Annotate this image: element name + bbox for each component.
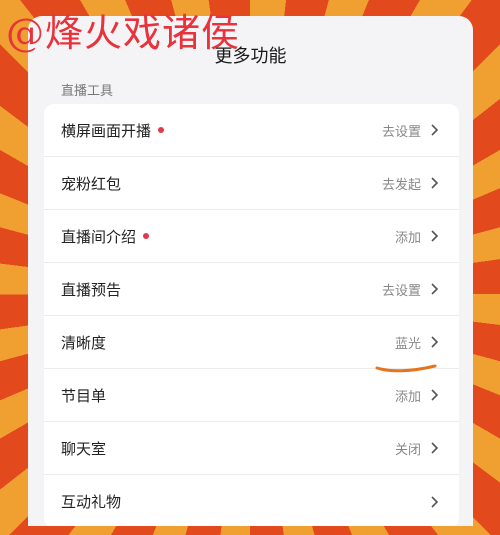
settings-row-live-preview[interactable]: 直播预告 去设置	[44, 263, 459, 316]
settings-row-program-list[interactable]: 节目单 添加	[44, 369, 459, 422]
row-value: 关闭	[394, 442, 421, 458]
section-label-live-tools: 直播工具	[61, 84, 114, 99]
chevron-right-icon	[431, 177, 439, 189]
chevron-right-icon	[431, 336, 439, 348]
settings-row-chat-room[interactable]: 聊天室 关闭	[44, 422, 459, 475]
row-label: 直播间介绍	[61, 227, 137, 246]
settings-row-room-intro[interactable]: 直播间介绍 添加	[44, 210, 459, 263]
row-value: 去设置	[381, 283, 421, 299]
chevron-right-icon	[431, 495, 439, 508]
row-label: 节目单	[61, 386, 107, 405]
row-label: 直播预告	[61, 280, 122, 299]
row-label: 清晰度	[61, 333, 107, 352]
row-label: 互动礼物	[61, 493, 122, 511]
settings-row-resolution[interactable]: 清晰度 蓝光	[44, 316, 459, 369]
row-value: 蓝光	[394, 336, 421, 352]
new-dot-indicator	[143, 233, 150, 239]
chevron-right-icon	[431, 230, 439, 242]
watermark-text: @烽火戏诸侯	[6, 11, 241, 55]
row-value: 添加	[394, 389, 421, 405]
chevron-right-icon	[431, 442, 439, 454]
row-value: 去发起	[381, 177, 421, 193]
chevron-right-icon	[431, 124, 439, 136]
chevron-right-icon	[431, 283, 439, 295]
row-label: 聊天室	[61, 439, 107, 458]
settings-row-interactive-gifts[interactable]: 互动礼物	[44, 475, 459, 526]
chevron-right-icon	[431, 389, 439, 401]
more-functions-panel: 更多功能 直播工具 横屏画面开播 去设置 宠粉红包 去发起 直播间介绍 添加 直…	[28, 16, 473, 526]
settings-row-landscape-stream[interactable]: 横屏画面开播 去设置	[44, 104, 459, 157]
row-label: 宠粉红包	[61, 174, 122, 193]
row-label: 横屏画面开播	[61, 121, 152, 140]
settings-list: 横屏画面开播 去设置 宠粉红包 去发起 直播间介绍 添加 直播预告 去设置 清晰…	[44, 104, 459, 526]
row-value: 去设置	[381, 124, 421, 140]
new-dot-indicator	[158, 127, 165, 133]
row-value: 添加	[394, 230, 421, 246]
settings-row-fan-red-packet[interactable]: 宠粉红包 去发起	[44, 157, 459, 210]
